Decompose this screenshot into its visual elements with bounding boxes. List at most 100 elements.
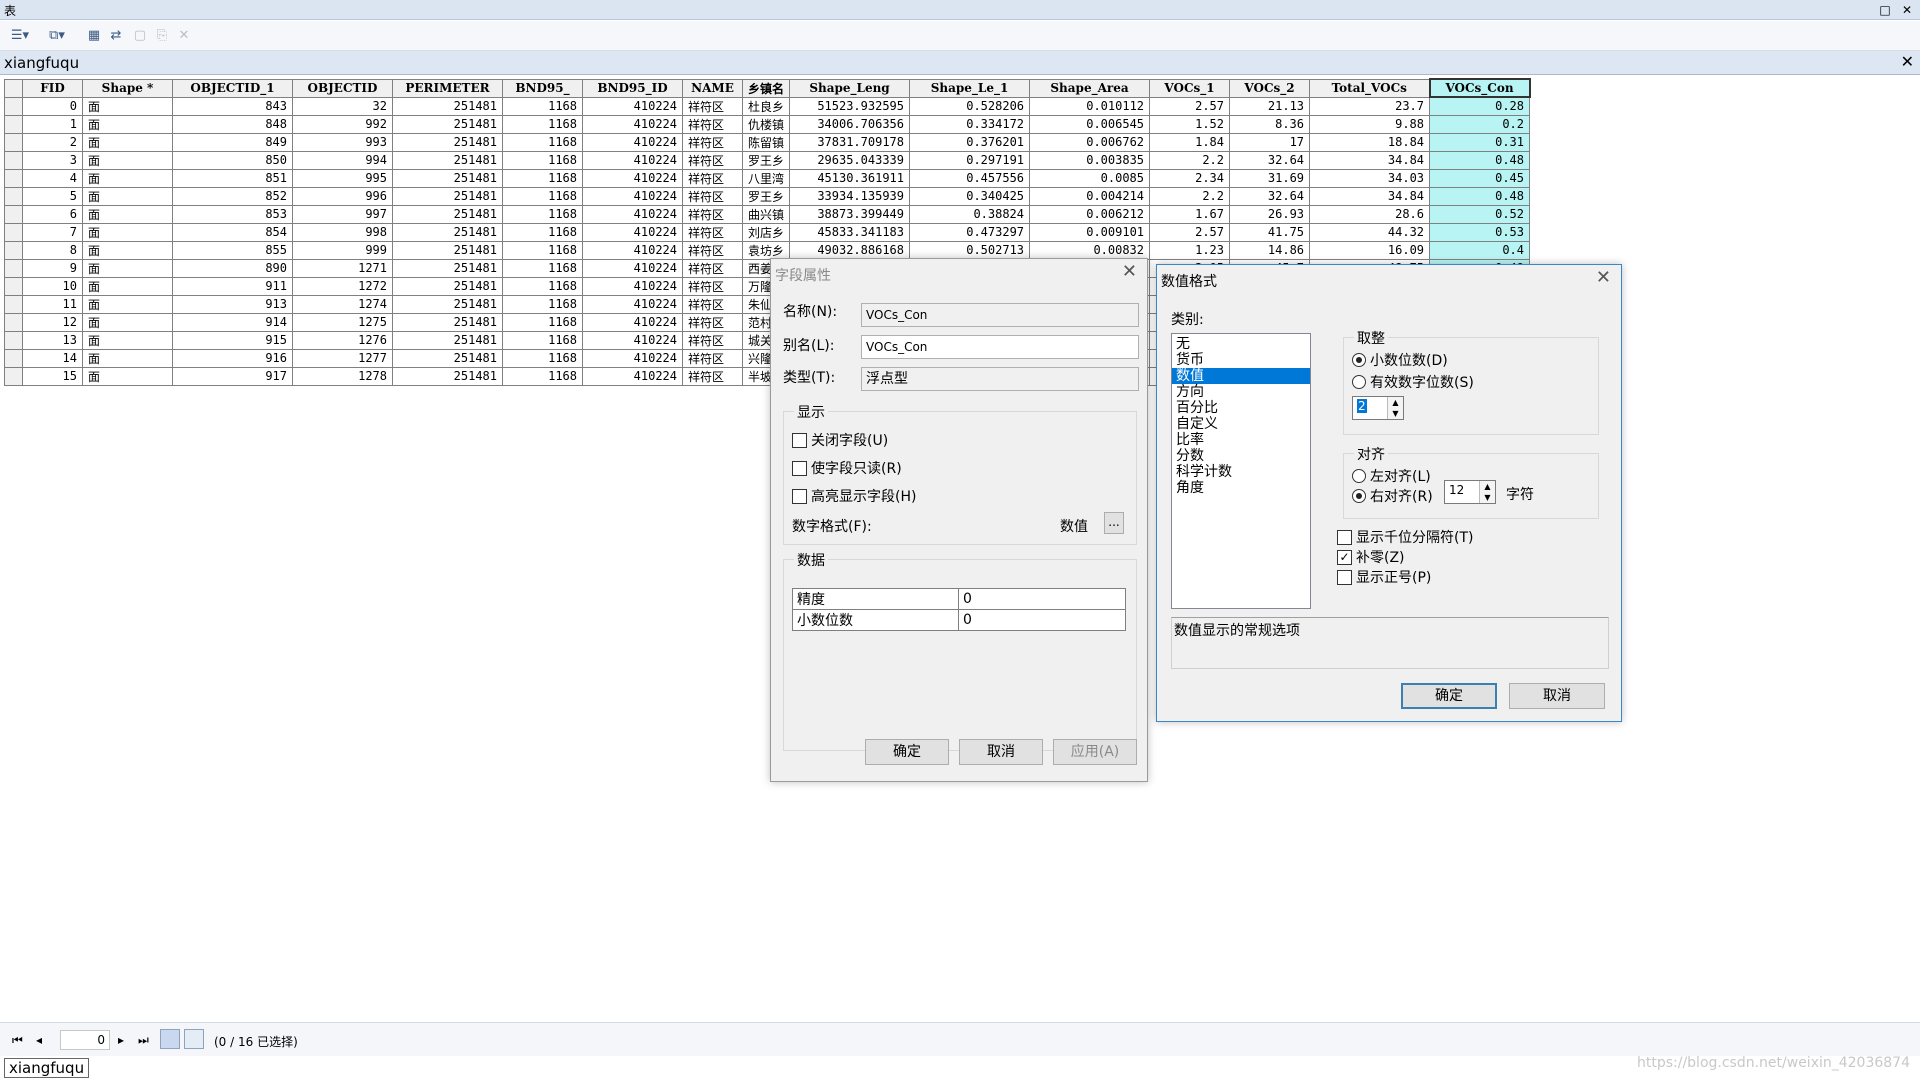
table-cell[interactable]: 44.32 [1309,222,1431,242]
table-cell[interactable]: 410224 [582,150,683,170]
table-cell[interactable]: 0.48 [1429,186,1531,206]
table-cell[interactable]: 998 [292,222,393,242]
restore-window-button[interactable]: □ [1874,0,1896,20]
related-tables-icon[interactable]: ⧉▾ [42,26,72,46]
table-cell[interactable]: 面 [82,366,173,386]
table-cell[interactable]: 410224 [582,204,683,224]
category-item[interactable]: 自定义 [1172,416,1310,432]
table-cell[interactable]: 0.502713 [909,240,1031,260]
left-align-radio[interactable]: 左对齐(L) [1352,466,1431,486]
table-cell[interactable]: 0.28 [1429,96,1531,116]
table-cell[interactable]: 2.34 [1149,168,1231,188]
column-header[interactable]: Shape_Area [1029,78,1151,98]
table-cell[interactable]: 祥符区 [682,294,743,314]
table-cell[interactable]: 992 [292,114,393,134]
highlight-box[interactable] [792,488,807,504]
highlight-checkbox[interactable]: 高亮显示字段(H) [792,486,916,506]
table-cell[interactable]: 面 [82,204,173,224]
column-header[interactable]: Shape_Leng [789,78,911,98]
table-cell[interactable]: 51523.932595 [789,96,911,116]
read-only-checkbox[interactable]: 使字段只读(R) [792,458,902,478]
table-cell[interactable]: 7 [22,222,83,242]
table-cell[interactable]: 843 [172,96,293,116]
table-cell[interactable]: 祥符区 [682,366,743,386]
category-item[interactable]: 角度 [1172,480,1310,496]
hide-field-box[interactable] [792,432,807,448]
select-by-attributes-icon[interactable]: ▦ [84,26,104,46]
table-cell[interactable]: 855 [172,240,293,260]
table-cell[interactable]: 914 [172,312,293,332]
table-cell[interactable]: 999 [292,240,393,260]
table-cell[interactable]: 410224 [582,366,683,386]
table-cell[interactable]: 0.473297 [909,222,1031,242]
table-cell[interactable]: 890 [172,258,293,278]
rounding-value[interactable]: 2 [1357,399,1367,413]
row-selector[interactable] [4,114,23,134]
bottom-table-tab[interactable]: xiangfuqu [4,1058,90,1078]
table-cell[interactable]: 面 [82,276,173,296]
table-cell[interactable]: 410224 [582,330,683,350]
row-selector[interactable] [4,330,23,350]
table-cell[interactable]: 面 [82,114,173,134]
table-cell[interactable]: 11 [22,294,83,314]
table-cell[interactable]: 251481 [392,348,503,368]
table-cell[interactable]: 3 [22,150,83,170]
row-selector[interactable] [4,348,23,368]
row-selector[interactable] [4,150,23,170]
table-cell[interactable]: 面 [82,132,173,152]
show-all-records-icon[interactable] [160,1029,180,1049]
table-cell[interactable]: 1168 [502,132,583,152]
table-cell[interactable]: 0.4 [1429,240,1531,260]
previous-record-icon[interactable]: ◂ [36,1033,42,1047]
significant-digits-radio[interactable]: 有效数字位数(S) [1352,372,1474,392]
table-cell[interactable]: 1277 [292,348,393,368]
field-cancel-button[interactable]: 取消 [959,739,1043,765]
table-cell[interactable]: 1274 [292,294,393,314]
column-header[interactable]: NAME [682,78,743,98]
number-dialog-close-icon[interactable]: ✕ [1596,267,1611,288]
close-table-icon[interactable]: ✕ [1901,52,1914,71]
table-cell[interactable]: 面 [82,330,173,350]
table-cell[interactable]: 12 [22,312,83,332]
table-cell[interactable]: 34006.706356 [789,114,911,134]
table-cell[interactable]: 251481 [392,222,503,242]
row-selector[interactable] [4,204,23,224]
table-cell[interactable]: 23.7 [1309,96,1431,116]
column-header[interactable]: FID [22,78,83,98]
table-cell[interactable]: 853 [172,204,293,224]
table-cell[interactable]: 0.006762 [1029,132,1151,152]
clear-selection-icon[interactable]: ▢ [130,26,150,46]
thousands-checkbox[interactable]: 显示千位分隔符(T) [1337,527,1473,547]
table-row[interactable]: 6 面 853 997 251481 1168 410224 祥符区 曲兴镇 38873.3994… [4,204,1531,224]
table-cell[interactable]: 913 [172,294,293,314]
read-only-box[interactable] [792,460,807,476]
table-cell[interactable]: 0.297191 [909,150,1031,170]
select-all-cell[interactable] [4,78,23,98]
first-record-icon[interactable]: ⏮ [12,1033,23,1048]
column-header[interactable]: VOCs_2 [1229,78,1311,98]
table-cell[interactable]: 1168 [502,366,583,386]
table-cell[interactable]: 面 [82,258,173,278]
column-header[interactable]: OBJECTID_1 [172,78,293,98]
row-selector[interactable] [4,276,23,296]
name-field[interactable]: VOCs_Con [861,303,1139,327]
align-width-value[interactable]: 12 [1449,483,1464,497]
number-format-button[interactable]: ... [1104,512,1124,534]
delete-selection-icon[interactable]: ✕ [174,26,194,46]
table-cell[interactable]: 面 [82,312,173,332]
row-selector[interactable] [4,96,23,116]
table-cell[interactable]: 0.53 [1429,222,1531,242]
table-cell[interactable]: 49032.886168 [789,240,911,260]
align-width-up-icon[interactable]: ▲ [1479,481,1495,492]
table-cell[interactable]: 0.528206 [909,96,1031,116]
table-cell[interactable]: 罗王乡 [741,186,791,206]
table-cell[interactable]: 410224 [582,114,683,134]
table-cell[interactable]: 1168 [502,276,583,296]
table-cell[interactable]: 罗王乡 [741,150,791,170]
table-cell[interactable]: 34.84 [1309,150,1431,170]
align-width-spinner[interactable]: 12 ▲ ▼ [1444,480,1496,504]
table-cell[interactable]: 祥符区 [682,348,743,368]
table-cell[interactable]: 0.52 [1429,204,1531,224]
table-cell[interactable]: 面 [82,186,173,206]
table-cell[interactable]: 14.86 [1229,240,1311,260]
